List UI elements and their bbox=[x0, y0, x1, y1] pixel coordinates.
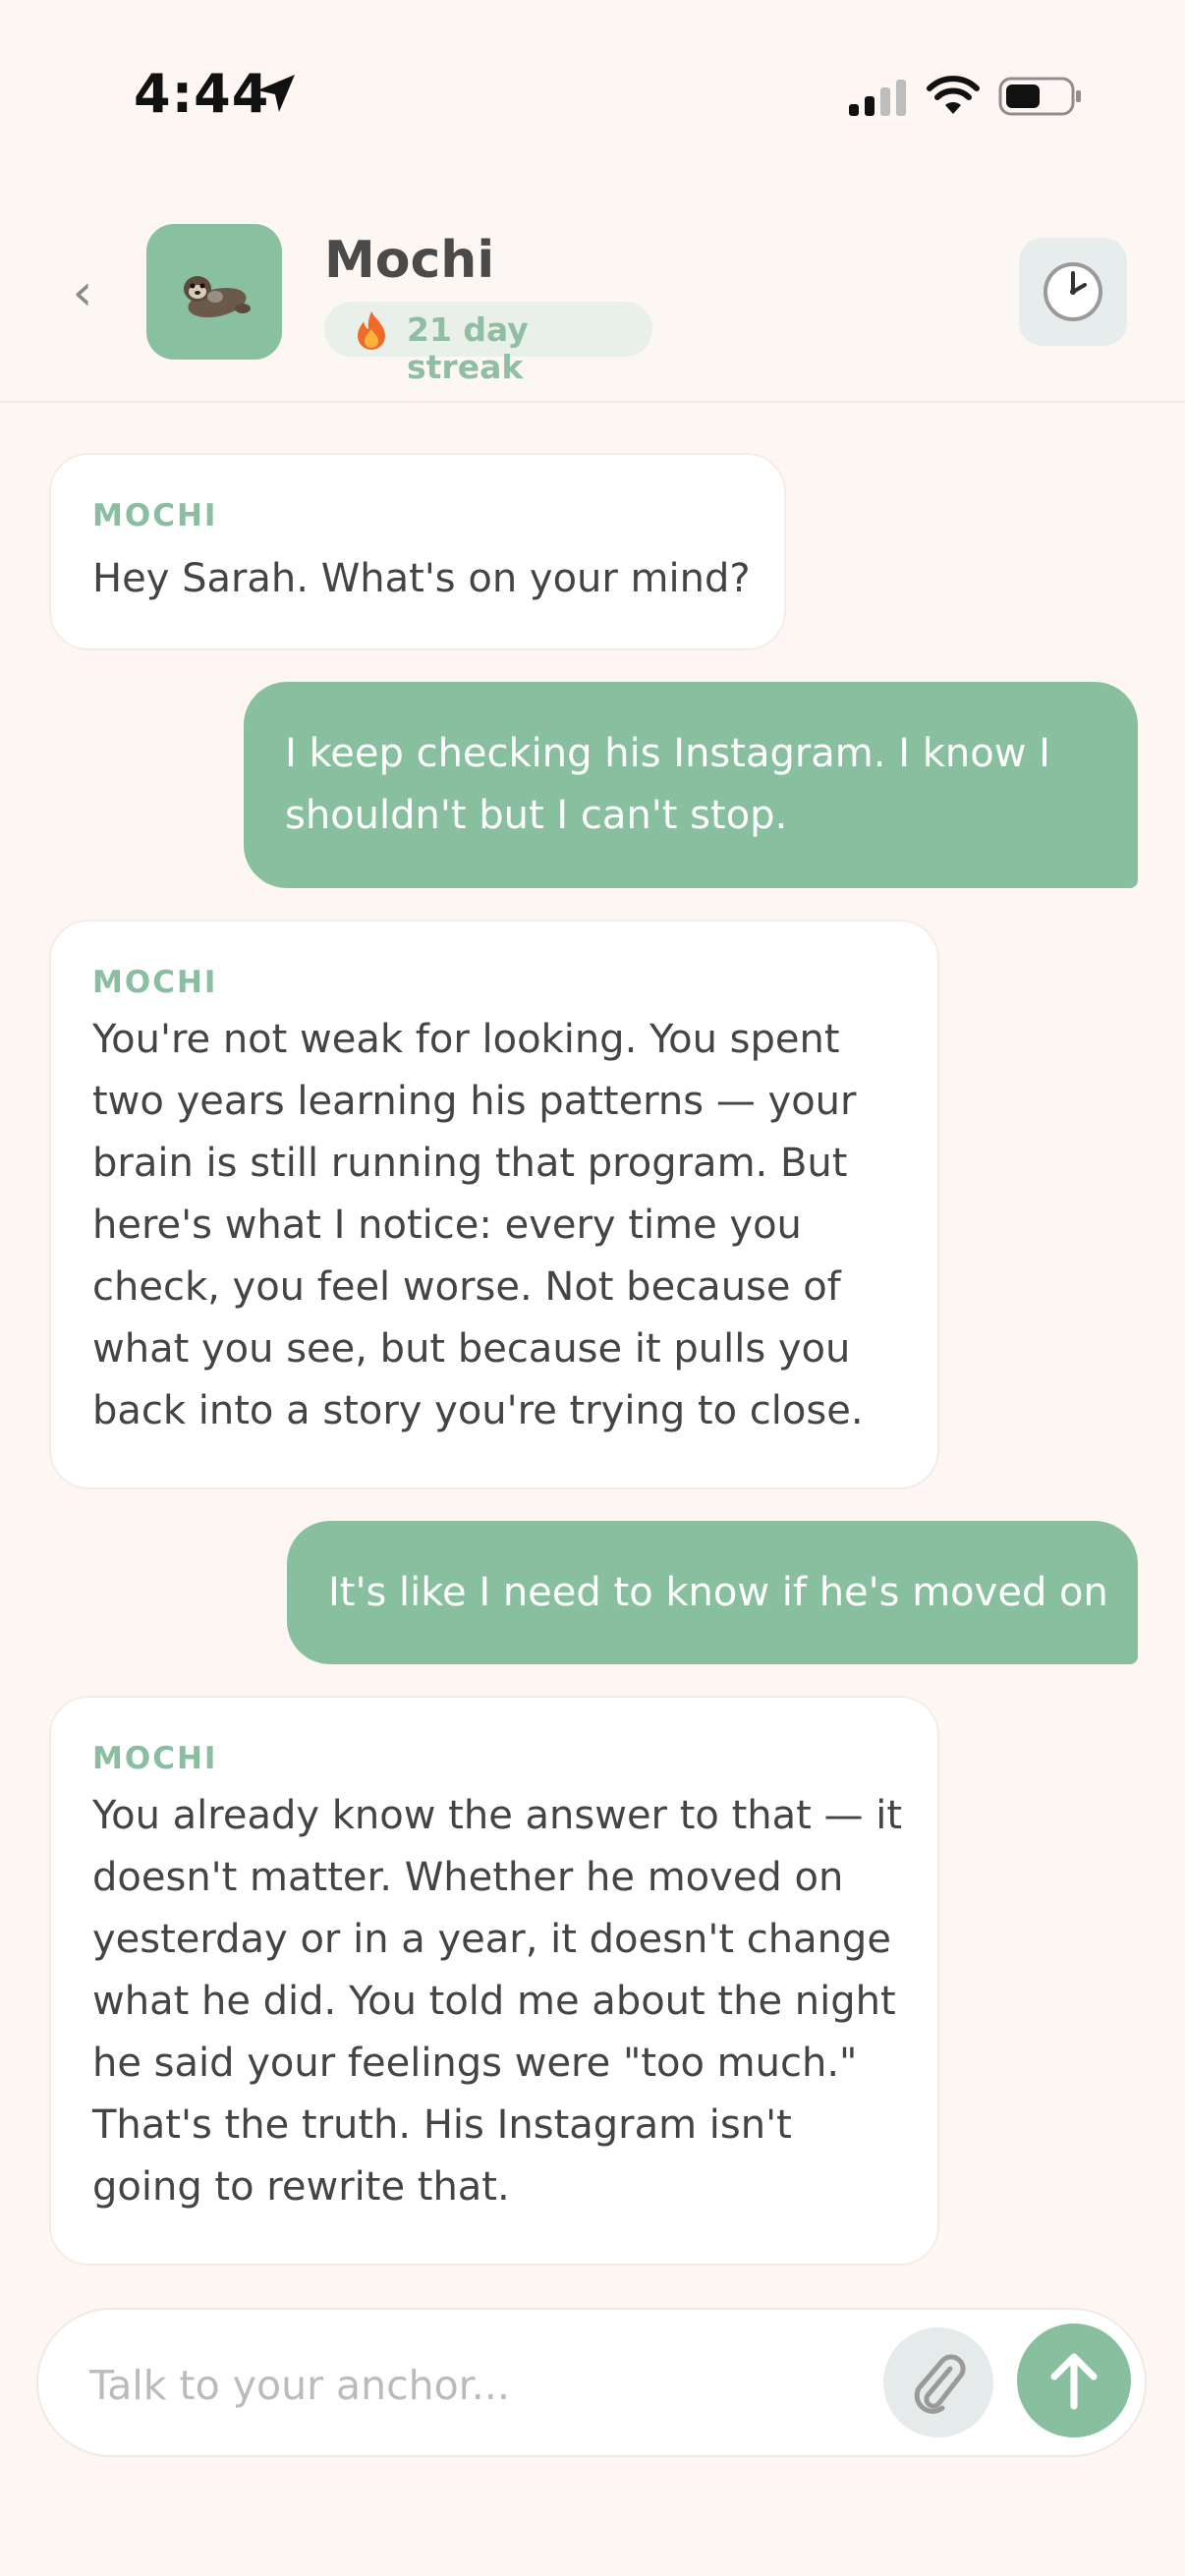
signal-icon bbox=[849, 80, 906, 116]
bot-message: MOCHI You already know the answer to tha… bbox=[49, 1696, 939, 2266]
contact-name: Mochi bbox=[324, 231, 495, 290]
sender-label: MOCHI bbox=[92, 1741, 218, 1776]
message-text: I keep checking his Instagram. I know I … bbox=[285, 731, 1050, 838]
message-text: It's like I need to know if he's moved o… bbox=[328, 1570, 1108, 1615]
status-bar: 4:44 bbox=[0, 0, 1185, 182]
chat-header: ‹ Mochi 21 day streak bbox=[0, 182, 1185, 403]
bot-message: MOCHI Hey Sarah. What's on your mind? bbox=[49, 453, 786, 650]
battery-icon bbox=[998, 77, 1081, 116]
status-time: 4:44 bbox=[134, 63, 270, 125]
message-input[interactable] bbox=[87, 2353, 858, 2418]
fire-icon bbox=[358, 311, 385, 350]
composer bbox=[36, 2308, 1147, 2457]
streak-text: 21 day streak bbox=[407, 310, 529, 386]
otter-avatar-icon bbox=[184, 276, 251, 318]
message-text: Hey Sarah. What's on your mind? bbox=[92, 556, 751, 601]
user-message: I keep checking his Instagram. I know I … bbox=[244, 682, 1138, 888]
send-button[interactable] bbox=[1017, 2324, 1131, 2437]
sender-label: MOCHI bbox=[92, 965, 218, 1000]
location-arrow-icon bbox=[257, 75, 295, 112]
composer-area bbox=[0, 2282, 1185, 2576]
sender-label: MOCHI bbox=[92, 498, 218, 533]
attach-button[interactable] bbox=[883, 2327, 993, 2437]
bot-message: MOCHI You're not weak for looking. You s… bbox=[49, 920, 939, 1489]
avatar[interactable] bbox=[146, 224, 282, 360]
history-button[interactable] bbox=[1019, 238, 1127, 346]
message-text: You're not weak for looking. You spent t… bbox=[92, 1017, 864, 1433]
user-message: It's like I need to know if he's moved o… bbox=[287, 1521, 1138, 1664]
wifi-icon bbox=[927, 76, 980, 114]
message-text: You already know the answer to that — it… bbox=[92, 1793, 903, 2210]
clock-icon bbox=[1044, 262, 1102, 321]
chat-screen: 4:44 ‹ Mochi 21 day streak MOCHI Hey Sar… bbox=[0, 0, 1185, 2576]
message-list[interactable]: MOCHI Hey Sarah. What's on your mind? I … bbox=[0, 401, 1185, 2282]
streak-badge: 21 day streak bbox=[324, 302, 652, 386]
arrow-up-icon bbox=[1050, 2353, 1098, 2410]
chevron-left-icon: ‹ bbox=[72, 263, 93, 322]
paperclip-icon bbox=[914, 2354, 966, 2414]
back-button[interactable]: ‹ bbox=[61, 267, 104, 327]
